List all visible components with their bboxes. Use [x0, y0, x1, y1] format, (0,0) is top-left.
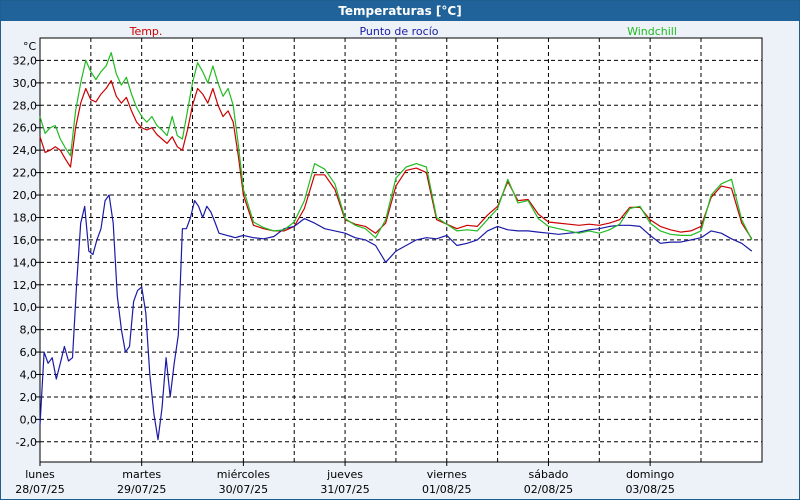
x-tick-date: 01/08/25 — [422, 483, 471, 496]
legend-temp: Temp. — [129, 25, 163, 38]
x-tick-date: 02/08/25 — [524, 483, 573, 496]
x-tick-weekday: miércoles — [217, 468, 270, 481]
y-tick-label: 0,0 — [20, 413, 38, 426]
x-tick-date: 29/07/25 — [117, 483, 166, 496]
y-tick-label: 30,0 — [13, 77, 38, 90]
y-tick-label: 12,0 — [13, 279, 38, 292]
y-tick-label: 28,0 — [13, 99, 38, 112]
y-tick-label: 20,0 — [13, 189, 38, 202]
y-tick-label: 26,0 — [13, 122, 38, 135]
y-tick-label: 24,0 — [13, 144, 38, 157]
plot-area — [39, 37, 763, 463]
x-tick-weekday: jueves — [326, 468, 363, 481]
y-axis-ticks: 32,0 30,0 28,0 26,0 24,0 22,0 20,0 18,0 16,0 14,0… — [13, 54, 40, 449]
y-tick-label: 10,0 — [13, 301, 38, 314]
x-tick-weekday: sábado — [528, 468, 568, 481]
y-tick-label: 18,0 — [13, 211, 38, 224]
y-tick-label: -2,0 — [16, 436, 37, 449]
y-tick-label: 8,0 — [20, 324, 38, 337]
x-tick-date: 30/07/25 — [219, 483, 268, 496]
y-tick-label: 32,0 — [13, 54, 38, 67]
y-tick-label: 14,0 — [13, 256, 38, 269]
y-tick-label: 22,0 — [13, 167, 38, 180]
temperature-chart: °C Temp. Punto de rocío Windchill 32,0 30… — [13, 25, 763, 496]
x-tick-date: 28/07/25 — [15, 483, 64, 496]
y-tick-label: 6,0 — [20, 346, 38, 359]
y-tick-label: 2,0 — [20, 391, 38, 404]
legend-dewpoint: Punto de rocío — [359, 25, 438, 38]
x-tick-weekday: martes — [122, 468, 161, 481]
x-axis-ticks: lunes 28/07/25 martes 29/07/25 miércoles 30/0… — [15, 462, 675, 496]
legend-windchill: Windchill — [627, 25, 677, 38]
x-tick-weekday: viernes — [427, 468, 467, 481]
x-tick-date: 31/07/25 — [320, 483, 369, 496]
y-tick-label: 16,0 — [13, 234, 38, 247]
y-tick-label: 4,0 — [20, 369, 38, 382]
x-tick-date: 03/08/25 — [625, 483, 674, 496]
x-tick-weekday: domingo — [626, 468, 674, 481]
x-tick-weekday: lunes — [25, 468, 55, 481]
y-unit-label: °C — [23, 40, 37, 53]
